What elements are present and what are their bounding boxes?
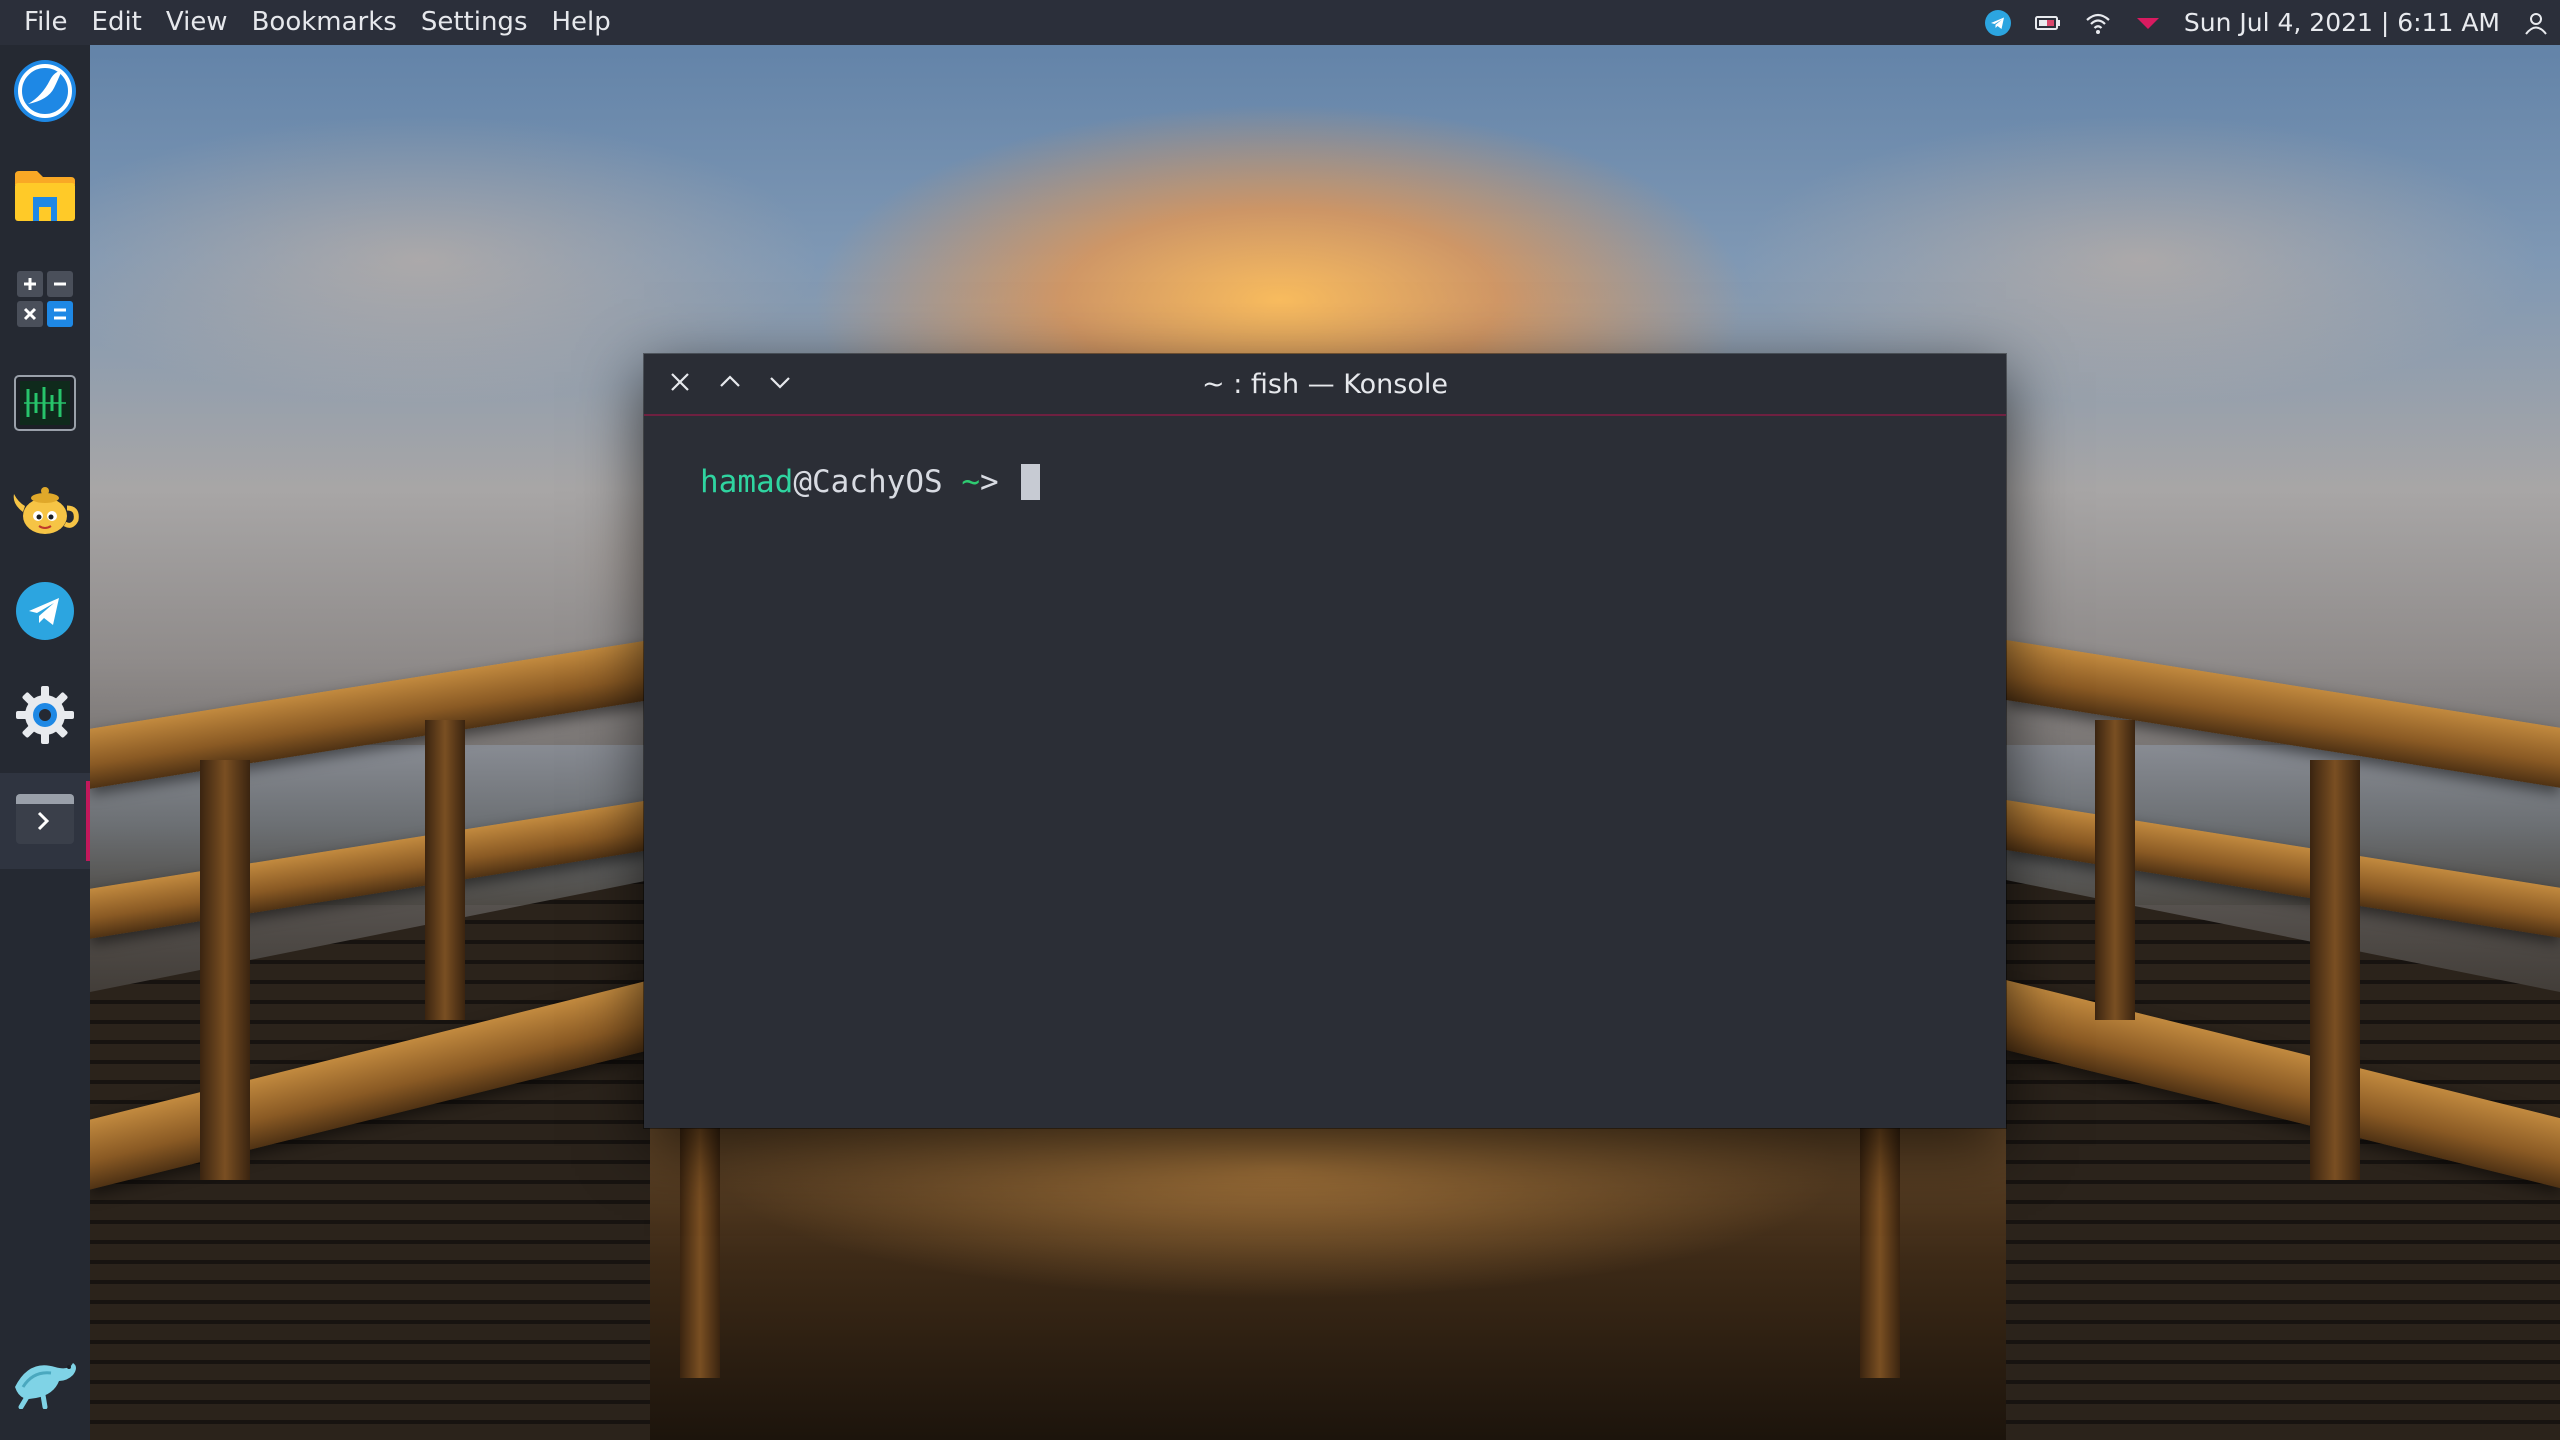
- close-button[interactable]: [662, 366, 698, 402]
- menu-help[interactable]: Help: [539, 0, 622, 45]
- wallpaper-post-center-1: [680, 1128, 720, 1378]
- wallpaper-post-right-2: [2310, 760, 2360, 1180]
- close-icon: [669, 371, 691, 397]
- calculator-icon: [15, 269, 75, 333]
- teapot-launcher[interactable]: [0, 461, 90, 557]
- top-menu-bar: File Edit View Bookmarks Settings Help S…: [0, 0, 2560, 45]
- left-dock: [0, 45, 90, 1440]
- menu-view[interactable]: View: [154, 0, 240, 45]
- user-icon[interactable]: [2522, 9, 2550, 37]
- prompt-user: hamad: [700, 464, 794, 500]
- gear-icon: [14, 684, 76, 750]
- telegram-icon: [15, 581, 75, 645]
- menu-file[interactable]: File: [12, 0, 80, 45]
- browser-launcher[interactable]: [0, 45, 90, 141]
- menu-edit[interactable]: Edit: [80, 0, 154, 45]
- menu-settings[interactable]: Settings: [409, 0, 540, 45]
- folder-icon: [13, 167, 77, 227]
- minimize-button[interactable]: [762, 366, 798, 402]
- desktop: File Edit View Bookmarks Settings Help S…: [0, 0, 2560, 1440]
- file-manager-launcher[interactable]: [0, 149, 90, 245]
- telegram-tray-icon[interactable]: [1984, 9, 2012, 37]
- battery-icon[interactable]: [2034, 9, 2062, 37]
- calculator-launcher[interactable]: [0, 253, 90, 349]
- chevron-down-icon: [768, 371, 792, 397]
- chevron-up-icon: [718, 371, 742, 397]
- terminal-icon: [15, 793, 75, 849]
- konsole-launcher[interactable]: [0, 773, 90, 869]
- system-monitor-launcher[interactable]: [0, 357, 90, 453]
- menu-bookmarks[interactable]: Bookmarks: [240, 0, 409, 45]
- distro-logo[interactable]: [0, 1335, 90, 1431]
- teapot-icon: [10, 474, 80, 544]
- prompt-cwd: ~: [942, 464, 980, 500]
- system-tray: Sun Jul 4, 2021 | 6:11 AM: [1984, 0, 2560, 45]
- konsole-window: ~ : fish — Konsole hamad @ CachyOS ~ >: [644, 354, 2006, 1128]
- window-title: ~ : fish — Konsole: [1202, 368, 1448, 400]
- prompt-line: hamad @ CachyOS ~ >: [700, 464, 2006, 500]
- prompt-char: >: [979, 464, 1018, 500]
- wallpaper-post-right-1: [2095, 720, 2135, 1020]
- global-menu: File Edit View Bookmarks Settings Help: [0, 0, 623, 45]
- wallpaper-post-left-2: [200, 760, 250, 1180]
- prompt-at: @: [793, 464, 812, 500]
- system-monitor-icon: [14, 375, 76, 435]
- settings-launcher[interactable]: [0, 669, 90, 765]
- telegram-launcher[interactable]: [0, 565, 90, 661]
- window-buttons: [662, 354, 798, 414]
- wallpaper-post-left-1: [425, 720, 465, 1020]
- text-cursor: [1021, 464, 1041, 500]
- clock[interactable]: Sun Jul 4, 2021 | 6:11 AM: [2184, 8, 2500, 37]
- maximize-button[interactable]: [712, 366, 748, 402]
- terminal-area[interactable]: hamad @ CachyOS ~ >: [644, 416, 2006, 1128]
- browser-icon: [12, 58, 78, 128]
- notifications-arrow-icon[interactable]: [2134, 9, 2162, 37]
- turtle-logo-icon: [9, 1353, 81, 1413]
- window-titlebar[interactable]: ~ : fish — Konsole: [644, 354, 2006, 416]
- prompt-host: CachyOS: [812, 464, 943, 500]
- wallpaper-post-center-2: [1860, 1128, 1900, 1378]
- wifi-icon[interactable]: [2084, 9, 2112, 37]
